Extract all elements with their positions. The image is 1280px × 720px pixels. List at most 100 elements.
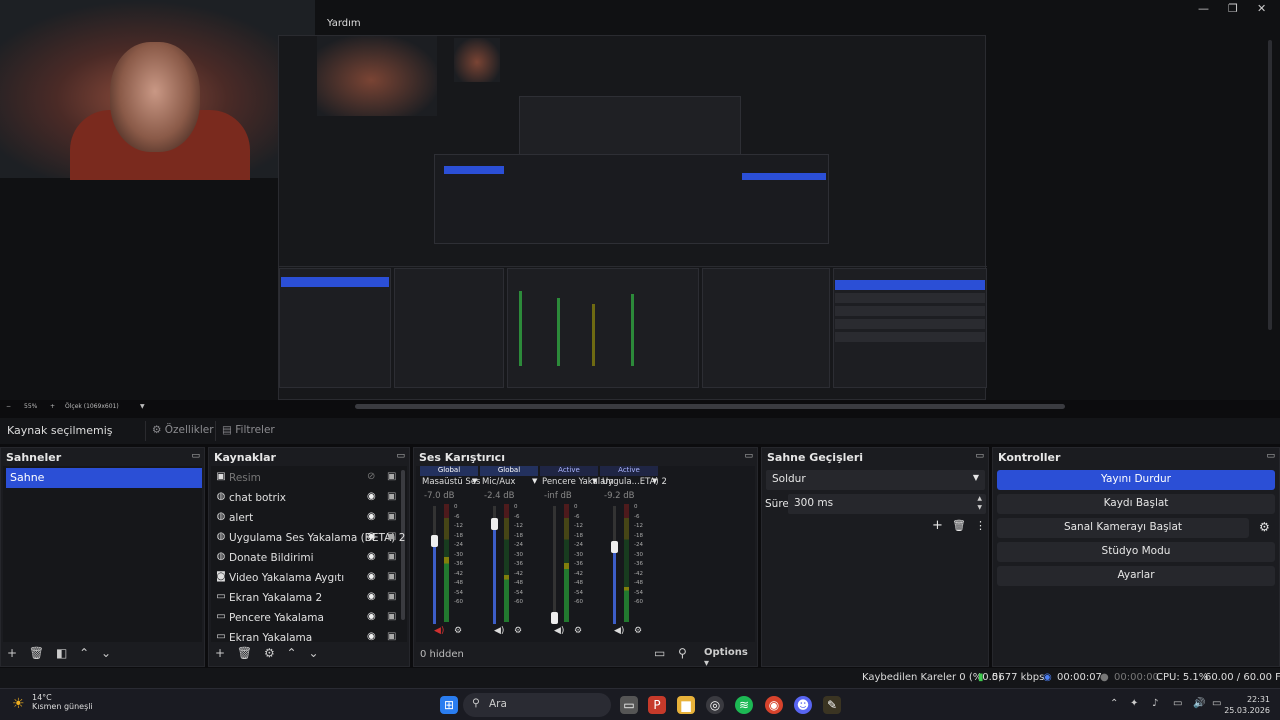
monitor-icon[interactable]: ▭ (1173, 698, 1182, 709)
trash-icon[interactable]: 🗑 (952, 519, 966, 532)
discord-icon[interactable]: ☻ (794, 696, 812, 714)
add-transition-icon[interactable]: + (932, 518, 943, 533)
gear-icon[interactable]: ⚙ (514, 626, 522, 636)
chevron-down-icon[interactable]: ▼ (652, 477, 657, 485)
weather-widget[interactable]: ☀ 14°C Kısmen güneşli (12, 693, 93, 712)
lock-icon[interactable]: ▣ (387, 571, 396, 582)
undock-icon[interactable]: ▭ (191, 451, 200, 461)
preview-scrollbar-v[interactable] (1268, 40, 1272, 330)
transition-select[interactable]: Soldur ▼ (766, 470, 985, 490)
eye-icon[interactable]: ◉ (367, 531, 376, 542)
lock-icon[interactable]: ▣ (387, 551, 396, 562)
move-up-icon[interactable]: ⌃ (287, 646, 297, 660)
spotify-icon[interactable]: ≋ (735, 696, 753, 714)
trash-icon[interactable]: 🗑 (237, 646, 252, 660)
source-item[interactable]: ◍ alert ◉ ▣ (211, 508, 407, 528)
start-icon[interactable]: ⊞ (440, 696, 458, 714)
options-button[interactable]: Options ▾ (704, 647, 756, 669)
source-item[interactable]: ▭ Pencere Yakalama ◉ ▣ (211, 608, 407, 628)
volume-track[interactable] (553, 506, 556, 624)
move-up-icon[interactable]: ⌃ (79, 646, 89, 660)
lock-icon[interactable]: ▣ (387, 471, 396, 482)
eye-hidden-icon[interactable]: ⊘ (367, 471, 375, 482)
eye-icon[interactable]: ◉ (367, 631, 376, 642)
volume-slider-handle[interactable] (431, 535, 438, 547)
volume-track[interactable] (613, 506, 616, 624)
zoom-in-icon[interactable]: + (50, 403, 55, 410)
lock-icon[interactable]: ▣ (387, 511, 396, 522)
virtual-cam-button[interactable]: Sanal Kamerayı Başlat (997, 518, 1249, 538)
source-item[interactable]: ▭ Ekran Yakalama ◉ ▣ (211, 628, 407, 642)
undock-icon[interactable]: ▭ (396, 451, 405, 461)
eye-icon[interactable]: ◉ (367, 511, 376, 522)
filters-button[interactable]: ▤ Filtreler (215, 421, 281, 441)
gear-icon[interactable]: ⚙ (574, 626, 582, 636)
gear-icon[interactable]: ⚙ (264, 646, 275, 660)
tray-chevron-icon[interactable]: ⌃ (1110, 698, 1118, 709)
microphone-icon[interactable]: ♪ (1152, 698, 1158, 709)
maximize-button[interactable]: ❐ (1228, 2, 1238, 15)
gear-icon[interactable]: ⚙ (454, 626, 462, 636)
lock-icon[interactable]: ▣ (387, 591, 396, 602)
source-item[interactable]: ◙ Video Yakalama Aygıtı ◉ ▣ (211, 568, 407, 588)
source-item[interactable]: ◍ chat botrix ◉ ▣ (211, 488, 407, 508)
filter-icon[interactable]: ◧ (56, 646, 67, 660)
source-item[interactable]: ◍ Donate Bildirimi ◉ ▣ (211, 548, 407, 568)
task-view-icon[interactable]: ▭ (620, 696, 638, 714)
studio-mode-button[interactable]: Stüdyo Modu (997, 542, 1275, 562)
layout-icon[interactable]: ▭ (654, 646, 665, 660)
add-icon[interactable]: + (7, 646, 17, 660)
close-button[interactable]: ✕ (1257, 2, 1266, 15)
trash-icon[interactable]: 🗑 (29, 646, 44, 660)
more-icon[interactable]: ⋮ (975, 519, 986, 532)
move-down-icon[interactable]: ⌄ (308, 646, 318, 660)
gear-icon[interactable]: ⚙ (634, 626, 642, 636)
eye-icon[interactable]: ◉ (367, 491, 376, 502)
channel-name[interactable]: Mic/Aux (482, 477, 515, 487)
app-icon[interactable]: ✎ (823, 696, 841, 714)
properties-button[interactable]: ⚙ Özellikler (145, 421, 220, 441)
volume-slider-handle[interactable] (611, 541, 618, 553)
stop-stream-button[interactable]: Yayını Durdur (997, 470, 1275, 490)
lock-icon[interactable]: ▣ (387, 491, 396, 502)
muted-speaker-icon[interactable]: ◀) (434, 626, 444, 636)
spin-up-icon[interactable]: ▲ (977, 495, 982, 502)
chevron-down-icon[interactable]: ▼ (140, 403, 145, 410)
source-item[interactable]: ◍ Uygulama Ses Yakalama (BETA) 2 ◉ ▣ (211, 528, 407, 548)
help-menu[interactable]: Yardım (327, 18, 361, 29)
gear-icon[interactable]: ⚙ (1259, 520, 1270, 534)
add-icon[interactable]: + (215, 646, 225, 660)
tray-app-icon[interactable]: ✦ (1130, 698, 1138, 709)
lock-icon[interactable]: ▣ (387, 631, 396, 642)
system-clock[interactable]: 22:31 25.03.2026 (1224, 694, 1270, 716)
obs-icon[interactable]: ◎ (706, 696, 724, 714)
speaker-icon[interactable]: ◀) (554, 626, 564, 636)
volume-track[interactable] (433, 506, 436, 624)
eye-icon[interactable]: ◉ (367, 571, 376, 582)
chevron-down-icon[interactable]: ▼ (532, 477, 537, 485)
powerpoint-icon[interactable]: P (648, 696, 666, 714)
duration-input[interactable]: 300 ms ▲ ▼ (788, 494, 986, 514)
lock-icon[interactable]: ▣ (387, 611, 396, 622)
undock-icon[interactable]: ▭ (975, 451, 984, 461)
search-box[interactable]: ⚲ Ara (463, 693, 611, 717)
eye-icon[interactable]: ◉ (367, 591, 376, 602)
folder-icon[interactable]: ▆ (677, 696, 695, 714)
source-item[interactable]: ▣ Resim ⊘ ▣ (211, 468, 407, 488)
move-down-icon[interactable]: ⌄ (101, 646, 111, 660)
volume-slider-handle[interactable] (491, 518, 498, 530)
start-record-button[interactable]: Kaydı Başlat (997, 494, 1275, 514)
zoom-scale[interactable]: Ölçek (1069x601) (65, 403, 119, 410)
settings-button[interactable]: Ayarlar (997, 566, 1275, 586)
lock-icon[interactable]: ▣ (387, 531, 396, 542)
volume-icon[interactable]: 🔊 (1193, 698, 1205, 709)
link-icon[interactable]: ⚲ (678, 646, 687, 660)
chrome-icon[interactable]: ◉ (765, 696, 783, 714)
eye-icon[interactable]: ◉ (367, 611, 376, 622)
volume-slider-handle[interactable] (551, 612, 558, 624)
undock-icon[interactable]: ▭ (744, 451, 753, 461)
spin-down-icon[interactable]: ▼ (977, 504, 982, 511)
eye-icon[interactable]: ◉ (367, 551, 376, 562)
zoom-out-icon[interactable]: − (6, 403, 11, 410)
undock-icon[interactable]: ▭ (1266, 451, 1275, 461)
